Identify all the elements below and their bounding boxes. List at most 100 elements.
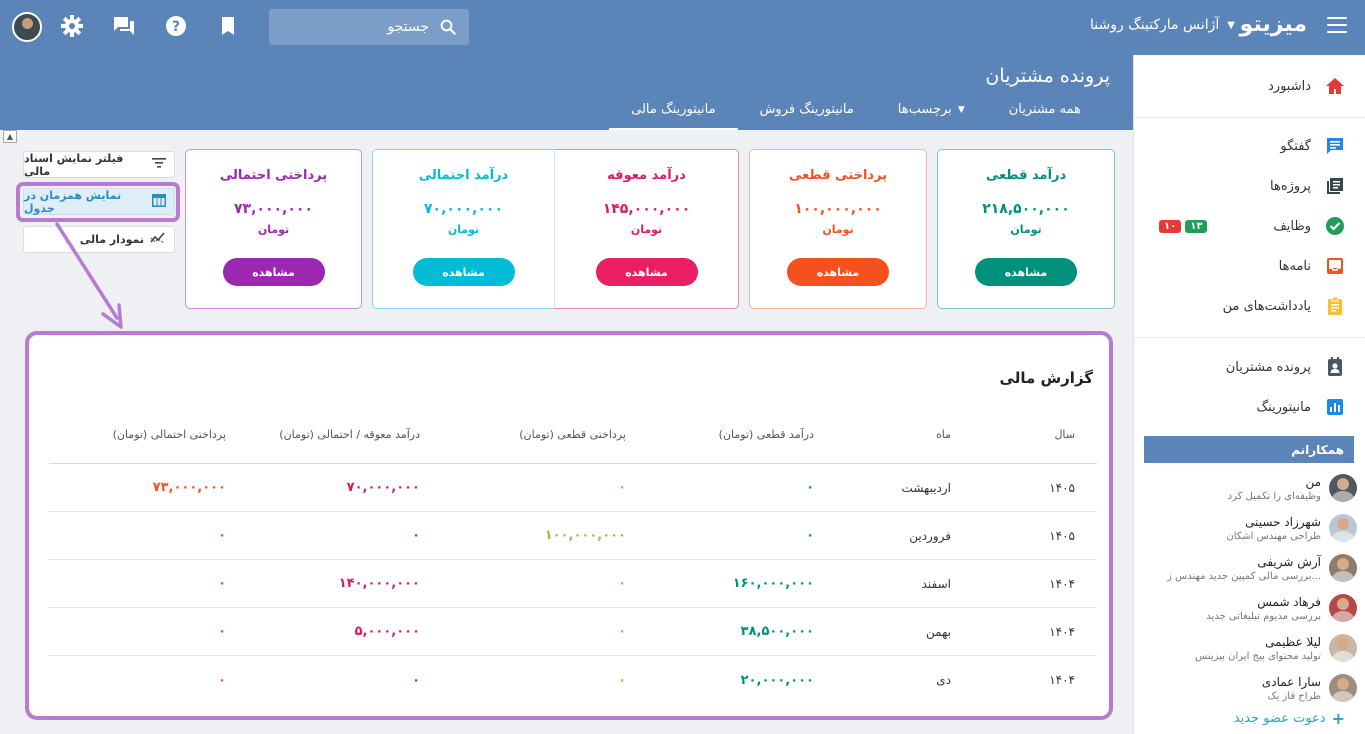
- caret-down-icon: ▼: [1227, 19, 1235, 31]
- tab-sales-monitoring[interactable]: مانیتورینگ فروش: [738, 102, 876, 130]
- avatar: [1329, 474, 1357, 502]
- card-amount: ۷۳,۰۰۰,۰۰۰: [234, 201, 313, 217]
- chart-view-button[interactable]: نمودار مالی: [23, 226, 175, 253]
- cell-possible-payment: ۷۳,۰۰۰,۰۰۰: [152, 480, 226, 495]
- avatar[interactable]: [12, 12, 42, 42]
- view-button[interactable]: مشاهده: [595, 258, 698, 286]
- sidebar-item-notes[interactable]: یادداشت‌های من: [1133, 286, 1365, 326]
- menu-icon[interactable]: [1327, 17, 1347, 33]
- card-amount: ۱۰۰,۰۰۰,۰۰۰: [794, 201, 882, 217]
- search-input[interactable]: جستجو: [269, 9, 469, 45]
- inbox-icon: [1325, 256, 1345, 276]
- contact-icon: [1325, 357, 1345, 377]
- sidebar-item-tasks[interactable]: وظایف ۱۰ ۱۳: [1133, 206, 1365, 246]
- tabs: همه مشتریان برچسب‌ها ▼ مانیتورینگ فروش ما…: [609, 102, 1103, 130]
- scroll-up-button[interactable]: ▲: [3, 130, 17, 143]
- sidebar-item-label: پروژه‌ها: [1270, 178, 1311, 194]
- member-item[interactable]: من وظیفه‌ای را تکمیل کرد: [1142, 469, 1357, 507]
- member-item[interactable]: شهرزاد حسینی طراحی مهندس اشکان: [1142, 509, 1357, 547]
- card-title: پرداختی قطعی: [788, 168, 888, 183]
- table-row[interactable]: ۱۴۰۴ اسفند ۱۶۰,۰۰۰,۰۰۰ ۰ ۱۴۰,۰۰۰,۰۰۰ ۰: [49, 560, 1097, 608]
- avatar: [1329, 674, 1357, 702]
- chat-icon[interactable]: [112, 14, 136, 38]
- card-title: درآمد معوقه: [607, 168, 686, 183]
- cell-month: اردیبهشت: [901, 480, 951, 495]
- search-icon: [440, 19, 456, 35]
- card-amount: ۷۰,۰۰۰,۰۰۰: [424, 201, 503, 217]
- card-definite-payment: پرداختی قطعی ۱۰۰,۰۰۰,۰۰۰ تومان مشاهده: [749, 149, 927, 309]
- member-item[interactable]: لیلا عظیمی تولید محتوای پیج ایران بیزینس: [1142, 629, 1357, 667]
- table-row[interactable]: ۱۴۰۵ فروردین ۰ ۱۰۰,۰۰۰,۰۰۰ ۰ ۰: [49, 512, 1097, 560]
- tab-label: همه مشتریان: [1008, 102, 1081, 117]
- sidebar-item-projects[interactable]: پروژه‌ها: [1133, 166, 1365, 206]
- report-title: گزارش مالی: [999, 369, 1093, 387]
- team-header: همکارانم: [1144, 436, 1354, 463]
- member-activity: طراح فاز یک: [1267, 690, 1321, 702]
- card-title: درآمد احتمالی: [418, 168, 509, 183]
- table-row[interactable]: ۱۴۰۵ اردیبهشت ۰ ۰ ۷۰,۰۰۰,۰۰۰ ۷۳,۰۰۰,۰۰۰: [49, 464, 1097, 512]
- projects-icon: [1325, 176, 1345, 196]
- view-button[interactable]: مشاهده: [787, 258, 889, 286]
- help-icon[interactable]: ?: [164, 14, 188, 38]
- member-activity: بررسی مدیوم تبلیغاتی جدید: [1206, 610, 1321, 622]
- sidebar-item-label: پرونده مشتریان: [1225, 359, 1311, 375]
- column-header-possible-payment: پرداختی احتمالی (تومان): [112, 427, 226, 441]
- sidebar-item-chat[interactable]: گفتگو: [1133, 126, 1365, 166]
- card-definite-revenue: درآمد قطعی ۲۱۸,۵۰۰,۰۰۰ تومان مشاهده: [937, 149, 1115, 309]
- cell-possible-payment: ۰: [218, 624, 226, 639]
- view-button[interactable]: مشاهده: [975, 258, 1077, 286]
- member-name: سارا عمادی: [1261, 674, 1321, 689]
- search-placeholder: جستجو: [387, 19, 429, 35]
- card-amount: ۲۱۸,۵۰۰,۰۰۰: [982, 201, 1070, 217]
- tab-financial-monitoring[interactable]: مانیتورینگ مالی: [609, 102, 738, 130]
- sidebar-item-dashboard[interactable]: داشبورد: [1133, 66, 1365, 106]
- column-header-due: درآمد معوقه / احتمالی (تومان): [279, 427, 420, 441]
- tab-all-customers[interactable]: همه مشتریان: [987, 102, 1103, 130]
- cell-payment: ۰: [618, 576, 626, 591]
- sidebar-item-label: داشبورد: [1268, 78, 1311, 94]
- cell-year: ۱۴۰۴: [1049, 624, 1075, 639]
- caret-down-icon: ▼: [957, 104, 965, 115]
- view-button[interactable]: مشاهده: [412, 258, 515, 286]
- sidebar-item-label: گفتگو: [1280, 138, 1311, 154]
- brand-logo[interactable]: میزیتو: [1240, 12, 1307, 37]
- sidebar-item-label: وظایف: [1273, 218, 1311, 234]
- sidebar-item-label: یادداشت‌های من: [1222, 298, 1311, 314]
- column-header-revenue: درآمد قطعی (تومان): [718, 427, 814, 441]
- filter-label: فیلتر نمایش اسناد مالی: [24, 151, 124, 178]
- cell-possible-payment: ۰: [218, 576, 226, 591]
- filter-button[interactable]: فیلتر نمایش اسناد مالی: [23, 151, 175, 178]
- gear-icon[interactable]: [60, 14, 84, 38]
- cell-month: بهمن: [926, 624, 951, 639]
- sidebar-item-monitoring[interactable]: مانیتورینگ: [1133, 387, 1365, 427]
- cell-revenue: ۰: [806, 480, 814, 495]
- card-possible-revenue: درآمد احتمالی ۷۰,۰۰۰,۰۰۰ تومان مشاهده: [372, 149, 555, 309]
- page-title: پرونده مشتریان: [985, 65, 1110, 87]
- view-button[interactable]: مشاهده: [222, 258, 325, 286]
- member-item[interactable]: فرهاد شمس بررسی مدیوم تبلیغاتی جدید: [1142, 589, 1357, 627]
- cell-payment: ۱۰۰,۰۰۰,۰۰۰: [544, 528, 626, 543]
- cell-payment: ۰: [618, 624, 626, 639]
- column-header-payment: پرداختی قطعی (تومان): [519, 427, 626, 441]
- bookmark-icon[interactable]: [216, 14, 240, 38]
- chat-icon: [1325, 136, 1345, 156]
- tab-tags[interactable]: برچسب‌ها ▼: [876, 102, 987, 130]
- table-row[interactable]: ۱۴۰۴ بهمن ۳۸,۵۰۰,۰۰۰ ۰ ۵,۰۰۰,۰۰۰ ۰: [49, 608, 1097, 656]
- cell-due: ۵,۰۰۰,۰۰۰: [354, 624, 420, 639]
- workspace-selector[interactable]: آژانس مارکتینگ روشنا ▼: [1090, 17, 1235, 33]
- table-row[interactable]: ۱۴۰۴ دی ۲۰,۰۰۰,۰۰۰ ۰ ۰ ۰: [49, 656, 1097, 704]
- sidebar-item-customers[interactable]: پرونده مشتریان: [1133, 347, 1365, 387]
- member-item[interactable]: سارا عمادی طراح فاز یک: [1142, 669, 1357, 707]
- report-table: سال ماه درآمد قطعی (تومان) پرداختی قطعی …: [49, 405, 1097, 704]
- filter-icon: [152, 157, 166, 172]
- cell-revenue: ۲۰,۰۰۰,۰۰۰: [740, 672, 814, 688]
- cell-due: ۷۰,۰۰۰,۰۰۰: [346, 480, 420, 495]
- invite-member-link[interactable]: دعوت عضو جدید +: [1234, 709, 1345, 728]
- member-activity: بررسی مالی کمپین جدید مهندس ز...: [1167, 570, 1321, 582]
- cell-year: ۱۴۰۵: [1049, 528, 1075, 543]
- home-icon: [1325, 76, 1345, 96]
- member-item[interactable]: آرش شریفی بررسی مالی کمپین جدید مهندس ز..…: [1142, 549, 1357, 587]
- page-header: پرونده مشتریان همه مشتریان برچسب‌ها ▼ مان…: [0, 55, 1133, 130]
- sidebar-item-mail[interactable]: نامه‌ها: [1133, 246, 1365, 286]
- cell-revenue: ۳۸,۵۰۰,۰۰۰: [740, 624, 814, 639]
